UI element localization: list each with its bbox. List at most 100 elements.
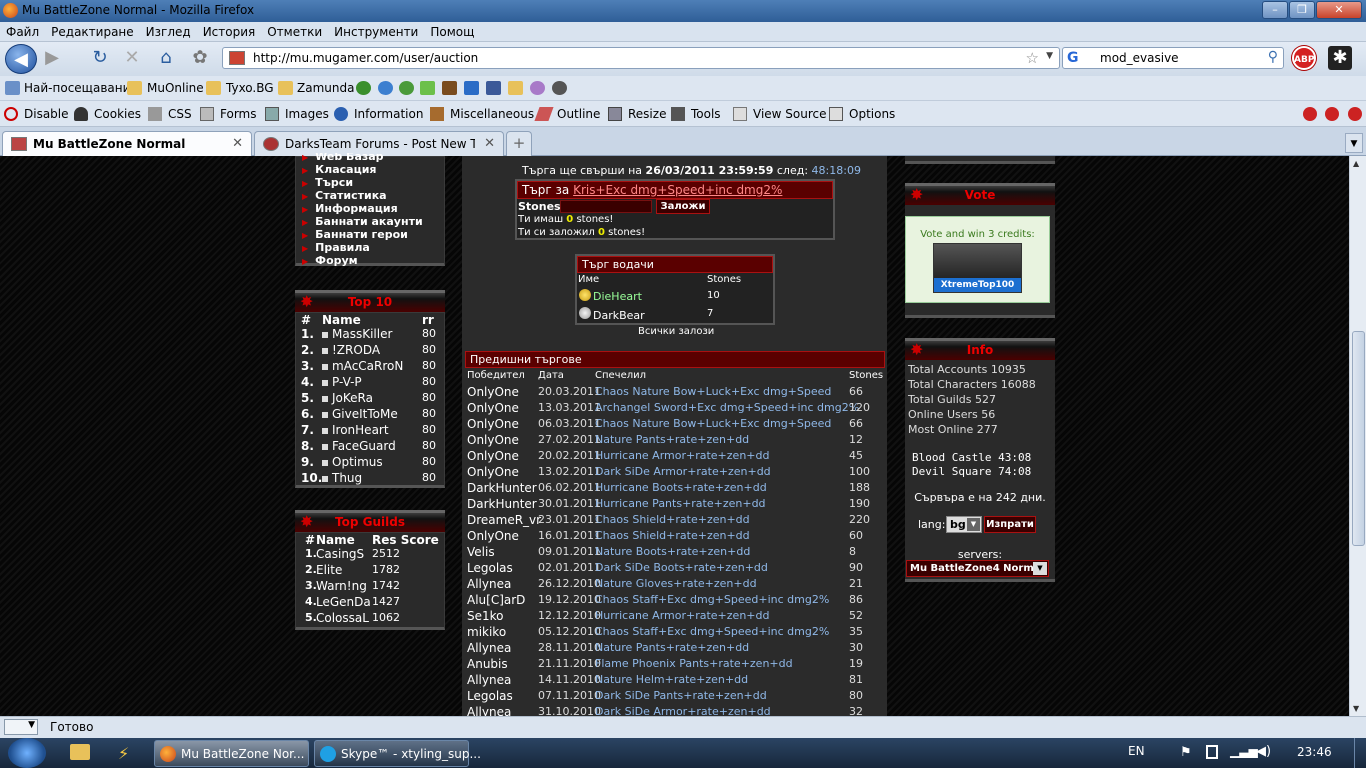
minimize-button[interactable]: – bbox=[1262, 1, 1288, 19]
game-icon[interactable] bbox=[442, 81, 457, 95]
winner[interactable]: Allynea bbox=[467, 577, 511, 591]
send-button[interactable]: Изпрати bbox=[984, 516, 1036, 533]
menu-history[interactable]: История bbox=[197, 22, 262, 39]
winner[interactable]: Allynea bbox=[467, 705, 511, 716]
server-select[interactable]: Mu BattleZone4 Norm ▼ bbox=[906, 560, 1049, 577]
menu-tools[interactable]: Инструменти bbox=[328, 22, 424, 39]
leader-name[interactable]: DieHeart bbox=[593, 290, 642, 303]
close-tab-icon[interactable]: ✕ bbox=[484, 136, 495, 151]
winner[interactable]: Velis bbox=[467, 545, 495, 559]
c-icon[interactable] bbox=[399, 81, 414, 95]
winner[interactable]: DarkHunter bbox=[467, 497, 537, 511]
winner[interactable]: Legolas bbox=[467, 689, 513, 703]
bird-icon[interactable] bbox=[378, 81, 393, 95]
left-menu-item[interactable]: ▶ Форум bbox=[302, 254, 358, 267]
status-dropdown-icon[interactable]: ▼ bbox=[4, 719, 38, 735]
winner[interactable]: OnlyOne bbox=[467, 433, 519, 447]
quick-launch-icon[interactable]: ⚡ bbox=[118, 744, 136, 763]
bid-button[interactable]: Заложи bbox=[656, 199, 710, 214]
dev-resize[interactable]: Resize bbox=[628, 107, 666, 121]
winner[interactable]: OnlyOne bbox=[467, 465, 519, 479]
warning-icon[interactable] bbox=[1325, 107, 1339, 121]
menu-file[interactable]: Файл bbox=[0, 22, 45, 39]
explorer-icon[interactable] bbox=[70, 744, 90, 760]
adblock-icon[interactable]: ABP bbox=[1292, 46, 1316, 70]
tab-mu-battlezone[interactable]: Mu BattleZone Normal ✕ bbox=[2, 131, 252, 156]
menu-edit[interactable]: Редактиране bbox=[45, 22, 140, 39]
menu-bookmarks[interactable]: Отметки bbox=[261, 22, 328, 39]
home-icon[interactable]: ⌂ bbox=[154, 46, 178, 70]
bookmark-muonline[interactable]: MuOnline bbox=[147, 81, 204, 95]
volume-icon[interactable]: ◀) bbox=[1256, 744, 1271, 759]
forward-button[interactable]: ▶ bbox=[40, 46, 64, 70]
dev-tools[interactable]: Tools bbox=[691, 107, 721, 121]
scroll-down-icon[interactable]: ▼ bbox=[1353, 704, 1359, 713]
left-menu-item[interactable]: ▶ Баннати герои bbox=[302, 228, 408, 241]
winner[interactable]: Se1ko bbox=[467, 609, 504, 623]
dev-view-source[interactable]: View Source bbox=[753, 107, 827, 121]
auction-item-link[interactable]: Kris+Exc dmg+Speed+inc dmg2% bbox=[573, 183, 782, 197]
facebook-icon[interactable] bbox=[486, 81, 501, 95]
menu-web-bazaar[interactable]: ▶ Web Базар bbox=[302, 153, 384, 162]
url-dropdown-icon[interactable]: ▼ bbox=[1046, 51, 1053, 61]
leader-name[interactable]: DarkBear bbox=[593, 309, 645, 322]
back-button[interactable]: ◀ bbox=[5, 44, 37, 74]
dev-forms[interactable]: Forms bbox=[220, 107, 256, 121]
battery-icon[interactable] bbox=[1206, 745, 1218, 759]
search-bar[interactable]: G mod_evasive ⚲ bbox=[1062, 47, 1284, 69]
taskbar-firefox[interactable]: Mu BattleZone Nor... bbox=[154, 740, 309, 767]
stones-input[interactable] bbox=[560, 200, 652, 213]
winner[interactable]: OnlyOne bbox=[467, 529, 519, 543]
tab-list-icon[interactable]: ▼ bbox=[1345, 133, 1363, 153]
close-toolbar-icon[interactable] bbox=[1348, 107, 1362, 121]
bookmark-most-visited[interactable]: Най-посещавани bbox=[24, 81, 130, 95]
dev-options[interactable]: Options bbox=[849, 107, 895, 121]
dev-outline[interactable]: Outline bbox=[557, 107, 600, 121]
clock[interactable]: 23:46 bbox=[1297, 745, 1332, 759]
winner[interactable]: mikiko bbox=[467, 625, 506, 639]
winner[interactable]: Allynea bbox=[467, 641, 511, 655]
menu-view[interactable]: Изглед bbox=[140, 22, 197, 39]
left-menu-item[interactable]: ▶ Правила bbox=[302, 241, 370, 254]
winner[interactable]: OnlyOne bbox=[467, 417, 519, 431]
error-icon[interactable] bbox=[1303, 107, 1317, 121]
left-menu-item[interactable]: ▶ Класация bbox=[302, 163, 377, 176]
winner[interactable]: Alu[C]arD bbox=[467, 593, 525, 607]
dev-information[interactable]: Information bbox=[354, 107, 423, 121]
bookmark-star-icon[interactable]: ☆ bbox=[1026, 49, 1039, 67]
left-menu-item[interactable]: ▶ Търси bbox=[302, 176, 353, 189]
url-bar[interactable]: http://mu.mugamer.com/user/auction ☆ ▼ bbox=[222, 47, 1060, 69]
dev-disable[interactable]: Disable bbox=[24, 107, 69, 121]
stop-icon[interactable]: ✕ bbox=[120, 46, 144, 70]
left-menu-item[interactable]: ▶ Информация bbox=[302, 202, 398, 215]
xtremetop-banner[interactable]: XtremeTop100 bbox=[933, 243, 1022, 293]
language-indicator[interactable]: EN bbox=[1128, 744, 1145, 758]
scroll-thumb[interactable] bbox=[1352, 331, 1365, 546]
page-scrollbar[interactable]: ▲ ▼ bbox=[1349, 156, 1366, 716]
start-button[interactable] bbox=[8, 738, 46, 768]
flower-icon[interactable] bbox=[530, 81, 545, 95]
reload-icon[interactable]: ↻ bbox=[88, 46, 112, 70]
winner[interactable]: OnlyOne bbox=[467, 401, 519, 415]
lang-select[interactable]: bg ▼ bbox=[946, 516, 982, 533]
left-menu-item[interactable]: ▶ Статистика bbox=[302, 189, 387, 202]
winner[interactable]: OnlyOne bbox=[467, 385, 519, 399]
winner[interactable]: DarkHunter bbox=[467, 481, 537, 495]
window-titlebar[interactable]: Mu BattleZone Normal - Mozilla Firefox –… bbox=[0, 0, 1366, 22]
google-icon[interactable]: G bbox=[1067, 50, 1079, 66]
winner[interactable]: DreameR_vr bbox=[467, 513, 541, 527]
skype-bookmark-icon[interactable] bbox=[464, 81, 479, 95]
maximize-button[interactable]: ❐ bbox=[1289, 1, 1315, 19]
bookmark-tyxo[interactable]: Tyxo.BG bbox=[226, 81, 274, 95]
all-bids-link[interactable]: Всички залози bbox=[638, 326, 714, 337]
show-desktop-button[interactable] bbox=[1354, 738, 1366, 768]
flag-icon[interactable]: ⚑ bbox=[1180, 745, 1192, 760]
taskbar-skype[interactable]: Skype™ - xtyling_sup... bbox=[314, 740, 481, 767]
bookmark-zamunda[interactable]: Zamunda bbox=[297, 81, 354, 95]
dev-images[interactable]: Images bbox=[285, 107, 329, 121]
close-window-button[interactable]: ✕ bbox=[1316, 1, 1362, 19]
gear-icon[interactable]: ✱ bbox=[1328, 46, 1352, 70]
scroll-up-icon[interactable]: ▲ bbox=[1353, 159, 1359, 168]
new-tab-button[interactable]: + bbox=[506, 131, 532, 156]
music-icon[interactable] bbox=[552, 81, 567, 95]
